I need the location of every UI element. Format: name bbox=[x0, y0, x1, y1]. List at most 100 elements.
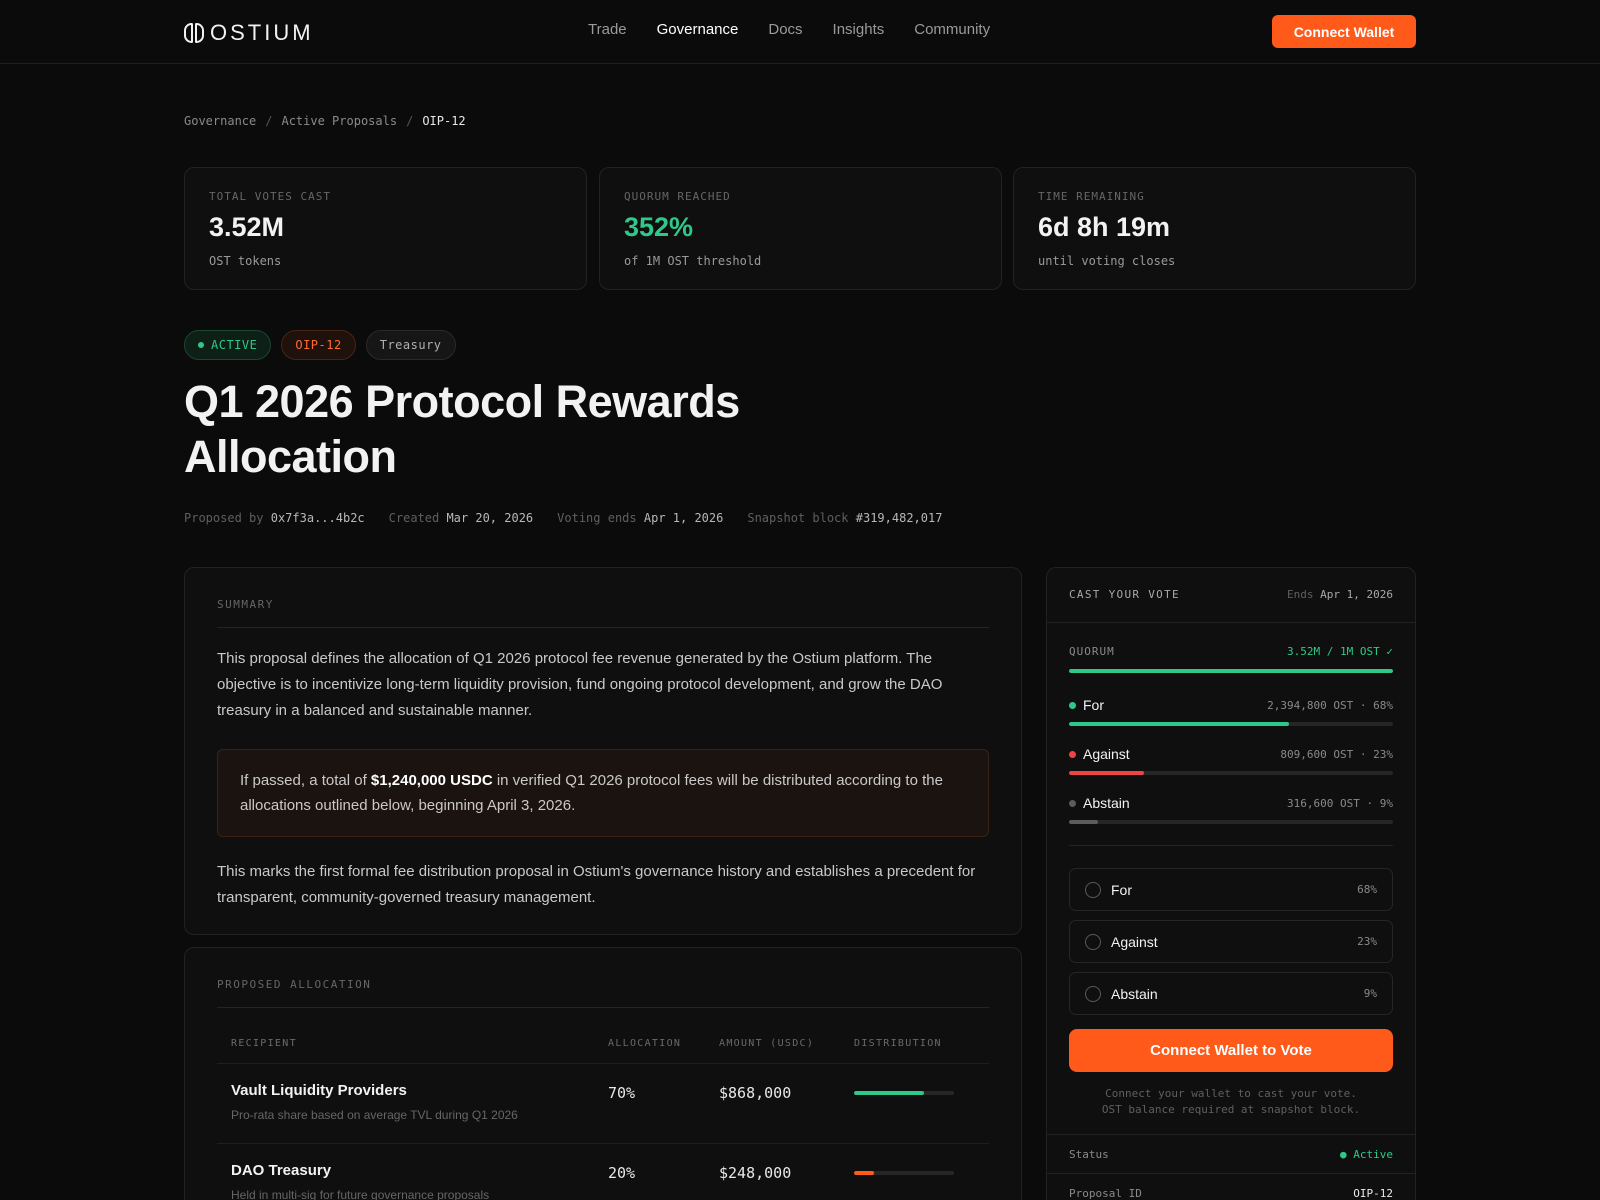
nav-link-trade[interactable]: Trade bbox=[588, 21, 627, 38]
vote-card-header: CAST YOUR VOTE Ends Apr 1, 2026 bbox=[1047, 568, 1415, 623]
page-title: Q1 2026 Protocol Rewards Allocation bbox=[184, 376, 740, 482]
nav-link-governance[interactable]: Governance bbox=[657, 21, 739, 38]
vote-options: For 68% Against 23% Abstain 9% bbox=[1069, 868, 1393, 1015]
detail-key: Status bbox=[1069, 1147, 1109, 1161]
vote-card: CAST YOUR VOTE Ends Apr 1, 2026 QUORUM 3… bbox=[1046, 567, 1416, 1200]
vote-ends-label: Ends bbox=[1287, 588, 1314, 601]
table-header: RECIPIENT ALLOCATION AMOUNT (USDC) DISTR… bbox=[217, 1008, 989, 1064]
proposal-id-badge: OIP-12 bbox=[281, 330, 356, 360]
column-header: DISTRIBUTION bbox=[854, 1038, 942, 1049]
result-abstain: Abstain 316,600 OST · 9% bbox=[1069, 795, 1393, 824]
allocation-heading: PROPOSED ALLOCATION bbox=[217, 978, 372, 991]
vote-ends: Ends Apr 1, 2026 bbox=[1287, 588, 1393, 602]
vote-option-label: Abstain bbox=[1111, 985, 1158, 1002]
detail-value: ● Active bbox=[1340, 1147, 1393, 1161]
detail-key: Proposal ID bbox=[1069, 1186, 1142, 1200]
vote-option-against[interactable]: Against 23% bbox=[1069, 920, 1393, 963]
result-value: 809,600 OST · 23% bbox=[1280, 747, 1393, 761]
detail-row-proposal-id: Proposal ID OIP-12 bbox=[1047, 1173, 1415, 1200]
status-badge-label: ACTIVE bbox=[211, 338, 258, 352]
result-name: Abstain bbox=[1069, 795, 1130, 811]
result-bar-fill bbox=[1069, 820, 1099, 824]
nav-link-docs[interactable]: Docs bbox=[768, 21, 802, 38]
result-bar-fill bbox=[1069, 771, 1144, 775]
breadcrumb-governance[interactable]: Governance bbox=[184, 114, 256, 128]
column-header: ALLOCATION bbox=[608, 1038, 682, 1049]
result-dot-icon bbox=[1069, 750, 1076, 758]
proposal-badges: ACTIVE OIP-12 Treasury bbox=[184, 330, 456, 360]
distribution-bar-fill bbox=[854, 1091, 924, 1095]
result-value: 316,600 OST · 9% bbox=[1287, 796, 1393, 810]
allocation-amount: $868,000 bbox=[719, 1084, 792, 1102]
meta-key: Created bbox=[388, 511, 440, 525]
result-value: 2,394,800 OST · 68% bbox=[1267, 698, 1393, 712]
detail-row-status: Status ● Active bbox=[1047, 1134, 1415, 1173]
stat-sub: OST tokens bbox=[209, 254, 282, 268]
quorum-bar bbox=[1069, 669, 1393, 673]
breadcrumb-active-proposals[interactable]: Active Proposals bbox=[281, 114, 397, 128]
recipient-description: Pro-rata share based on average TVL duri… bbox=[231, 1108, 518, 1122]
summary-heading: SUMMARY bbox=[217, 598, 274, 611]
stat-value: 6d 8h 19m bbox=[1038, 212, 1171, 242]
allocation-amount: $248,000 bbox=[719, 1164, 792, 1182]
connect-wallet-to-vote-button[interactable]: Connect Wallet to Vote bbox=[1069, 1029, 1393, 1072]
nav-link-insights[interactable]: Insights bbox=[833, 21, 885, 38]
detail-value: OIP-12 bbox=[1353, 1186, 1393, 1200]
breadcrumb-separator: / bbox=[406, 114, 414, 128]
column-header: AMOUNT (USDC) bbox=[719, 1038, 815, 1049]
result-bar bbox=[1069, 722, 1393, 726]
nav-links: Trade Governance Docs Insights Community bbox=[588, 21, 990, 38]
meta-proposer: Proposed by 0x7f3a...4b2c bbox=[184, 511, 365, 525]
vote-option-label: For bbox=[1111, 881, 1132, 898]
callout-text: If passed, a total of bbox=[240, 772, 371, 789]
vote-ends-date: Apr 1, 2026 bbox=[1320, 588, 1393, 601]
logo[interactable]: OSTIUM bbox=[184, 20, 314, 46]
recipient-name: Vault Liquidity Providers bbox=[231, 1082, 407, 1099]
table-row: DAO Treasury Held in multi-sig for future… bbox=[217, 1144, 989, 1200]
meta-value: Apr 1, 2026 bbox=[643, 511, 724, 525]
vote-option-percent: 23% bbox=[1357, 935, 1377, 948]
result-bar bbox=[1069, 820, 1393, 824]
result-name: For bbox=[1069, 697, 1104, 713]
radio-icon[interactable] bbox=[1085, 933, 1101, 950]
proposal-meta: Proposed by 0x7f3a...4b2c Created Mar 20… bbox=[184, 511, 942, 525]
summary-paragraph: This marks the first formal fee distribu… bbox=[217, 863, 976, 906]
radio-icon[interactable] bbox=[1085, 985, 1101, 1002]
ostium-logo-icon bbox=[184, 23, 204, 43]
vote-option-percent: 9% bbox=[1363, 987, 1377, 1000]
allocation-percent: 20% bbox=[608, 1164, 636, 1182]
recipient-description: Held in multi-sig for future governance … bbox=[231, 1188, 490, 1200]
callout-amount: $1,240,000 USDC bbox=[370, 772, 493, 789]
nav-link-community[interactable]: Community bbox=[914, 21, 990, 38]
summary-callout: If passed, a total of $1,240,000 USDC in… bbox=[217, 749, 989, 837]
result-for: For 2,394,800 OST · 68% bbox=[1069, 697, 1393, 726]
vote-note-line: Connect your wallet to cast your vote. bbox=[1105, 1087, 1357, 1100]
vote-card-title: CAST YOUR VOTE bbox=[1069, 588, 1180, 601]
meta-value: #319,482,017 bbox=[855, 511, 943, 525]
divider bbox=[217, 627, 989, 628]
vote-option-abstain[interactable]: Abstain 9% bbox=[1069, 972, 1393, 1015]
result-against: Against 809,600 OST · 23% bbox=[1069, 746, 1393, 775]
meta-key: Snapshot block bbox=[747, 511, 849, 525]
stat-label: TOTAL VOTES CAST bbox=[209, 190, 331, 203]
result-dot-icon bbox=[1069, 701, 1076, 709]
stat-value: 352% bbox=[624, 212, 694, 242]
meta-value: Mar 20, 2026 bbox=[446, 511, 534, 525]
vote-option-percent: 68% bbox=[1357, 883, 1377, 896]
stat-card-total-votes: TOTAL VOTES CAST 3.52M OST tokens bbox=[184, 167, 587, 290]
result-bar bbox=[1069, 771, 1393, 775]
vote-note: Connect your wallet to cast your vote. O… bbox=[1069, 1086, 1393, 1118]
table-row: Vault Liquidity Providers Pro-rata share … bbox=[217, 1064, 989, 1144]
meta-value[interactable]: 0x7f3a...4b2c bbox=[271, 511, 365, 525]
vote-option-for[interactable]: For 68% bbox=[1069, 868, 1393, 911]
meta-created: Created Mar 20, 2026 bbox=[389, 511, 534, 525]
column-header: RECIPIENT bbox=[231, 1038, 297, 1049]
breadcrumb-current: OIP-12 bbox=[422, 114, 466, 128]
radio-icon[interactable] bbox=[1085, 881, 1101, 898]
top-navigation: OSTIUM Trade Governance Docs Insights Co… bbox=[0, 0, 1600, 64]
vote-note-line: OST balance required at snapshot block. bbox=[1101, 1103, 1361, 1116]
vote-option-label: Against bbox=[1111, 933, 1158, 950]
meta-key: Voting ends bbox=[557, 511, 637, 525]
connect-wallet-button[interactable]: Connect Wallet bbox=[1272, 15, 1416, 48]
meta-voting-ends: Voting ends Apr 1, 2026 bbox=[557, 511, 723, 525]
